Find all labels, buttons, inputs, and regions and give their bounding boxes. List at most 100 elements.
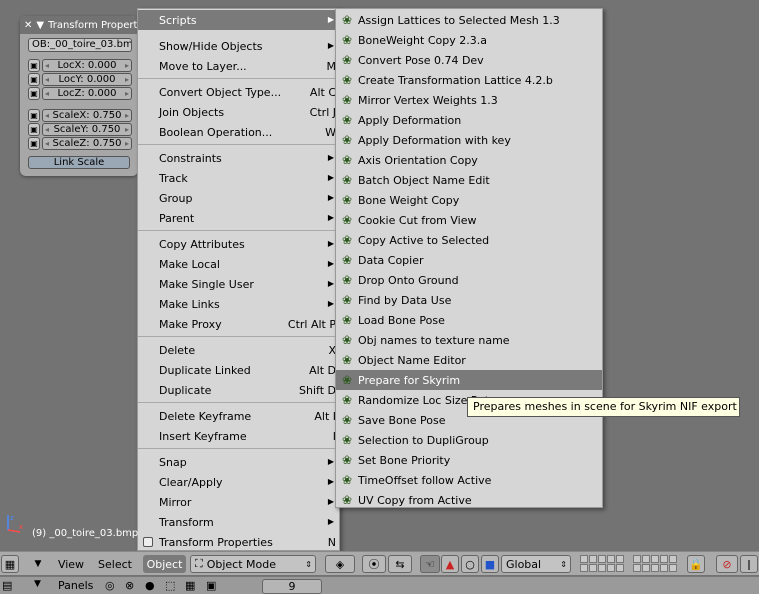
decrement-arrow-icon[interactable]: ◂	[45, 74, 49, 85]
menu-item-constraints[interactable]: Constraints ▶	[138, 148, 339, 168]
menu-item-track[interactable]: Track ▶	[138, 168, 339, 188]
menu-item-join-objects[interactable]: Join Objects Ctrl J	[138, 102, 339, 122]
menu-item-group[interactable]: Group ▶	[138, 188, 339, 208]
menu-item-delete-keyframe[interactable]: Delete Keyframe Alt I	[138, 406, 339, 426]
script-item-convert-pose[interactable]: ❀ Convert Pose 0.74 Dev	[336, 50, 602, 70]
script-item-batch-object-name-edit[interactable]: ❀ Batch Object Name Edit	[336, 170, 602, 190]
script-item-axis-orientation-copy[interactable]: ❀ Axis Orientation Copy	[336, 150, 602, 170]
menu-item-make-local[interactable]: Make Local ▶	[138, 254, 339, 274]
view-menu[interactable]: View	[55, 555, 87, 573]
script-item-drop-onto-ground[interactable]: ❀ Drop Onto Ground	[336, 270, 602, 290]
panels-menu[interactable]: Panels	[58, 579, 93, 592]
menu-item-move-to-layer[interactable]: Move to Layer... M	[138, 56, 339, 76]
scene-tab-icon[interactable]: ▣	[206, 579, 216, 592]
editor-type-icon[interactable]: ▦	[1, 555, 19, 573]
lock-icon[interactable]: ▣	[28, 137, 40, 150]
scale-y-field[interactable]: ◂ ScaleY: 0.750 ▸	[42, 123, 132, 136]
object-menu-button[interactable]: Object	[143, 555, 186, 573]
menu-item-scripts[interactable]: Scripts ▶	[138, 10, 339, 30]
menu-item-parent[interactable]: Parent ▶	[138, 208, 339, 228]
lock-icon[interactable]: ▣	[28, 73, 40, 86]
menu-item-snap[interactable]: Snap ▶	[138, 452, 339, 472]
lock-icon[interactable]: ▣	[28, 109, 40, 122]
script-item-bone-weight-copy[interactable]: ❀ Bone Weight Copy	[336, 190, 602, 210]
mode-selector[interactable]: ⛶ Object Mode ⇕	[190, 555, 316, 573]
menu-item-convert-object-type[interactable]: Convert Object Type... Alt C	[138, 82, 339, 102]
script-item-set-bone-priority[interactable]: ❀ Set Bone Priority	[336, 450, 602, 470]
menu-item-copy-attributes[interactable]: Copy Attributes ▶	[138, 234, 339, 254]
script-item-create-transformation-lattice[interactable]: ❀ Create Transformation Lattice 4.2.b	[336, 70, 602, 90]
script-tab-icon[interactable]: ⊗	[125, 579, 134, 592]
object-tab-icon[interactable]: ⬚	[165, 579, 175, 592]
current-frame-field[interactable]: 9	[262, 579, 322, 594]
increment-arrow-icon[interactable]: ▸	[125, 74, 129, 85]
close-icon[interactable]: ✕	[24, 20, 32, 31]
layer-buttons-right[interactable]	[633, 555, 677, 572]
decrement-arrow-icon[interactable]: ◂	[45, 88, 49, 99]
script-item-mirror-vertex-weights[interactable]: ❀ Mirror Vertex Weights 1.3	[336, 90, 602, 110]
script-item-load-bone-pose[interactable]: ❀ Load Bone Pose	[336, 310, 602, 330]
loc-z-field[interactable]: ◂ LocZ: 0.000 ▸	[42, 87, 132, 100]
script-item-boneweight-copy-23a[interactable]: ❀ BoneWeight Copy 2.3.a	[336, 30, 602, 50]
loc-y-field[interactable]: ◂ LocY: 0.000 ▸	[42, 73, 132, 86]
lock-icon[interactable]: ▣	[28, 59, 40, 72]
select-menu[interactable]: Select	[96, 555, 134, 573]
shading-tab-icon[interactable]: ●	[145, 579, 155, 592]
translate-icon[interactable]: ▲	[441, 555, 459, 573]
script-item-uv-copy-from-active[interactable]: ❀ UV Copy from Active	[336, 490, 602, 510]
editing-tab-icon[interactable]: ▦	[185, 579, 195, 592]
render-icon[interactable]: ⊘	[716, 555, 738, 573]
object-name-field[interactable]: OB:_00_toire_03.bmp	[28, 38, 132, 52]
menu-item-make-proxy[interactable]: Make Proxy Ctrl Alt P	[138, 314, 339, 334]
link-scale-button[interactable]: Link Scale	[28, 156, 130, 169]
script-item-object-name-editor[interactable]: ❀ Object Name Editor	[336, 350, 602, 370]
script-item-copy-active-to-selected[interactable]: ❀ Copy Active to Selected	[336, 230, 602, 250]
script-item-apply-deformation-with-key[interactable]: ❀ Apply Deformation with key	[336, 130, 602, 150]
menu-item-duplicate[interactable]: Duplicate Shift D	[138, 380, 339, 400]
menu-item-insert-keyframe[interactable]: Insert Keyframe I	[138, 426, 339, 446]
collapse-triangle-icon[interactable]: ▼	[32, 555, 44, 573]
script-item-prepare-for-skyrim[interactable]: ❀ Prepare for Skyrim	[336, 370, 602, 390]
transform-manipulator-icon[interactable]: ⇆	[388, 555, 412, 573]
orientation-selector[interactable]: Global ⇕	[501, 555, 571, 573]
lock-icon[interactable]: ▣	[28, 123, 40, 136]
pivot-icon[interactable]: ⦿	[362, 555, 386, 573]
increment-arrow-icon[interactable]: ▸	[125, 60, 129, 71]
lock-layers-icon[interactable]: 🔒	[687, 555, 705, 573]
menu-item-make-links[interactable]: Make Links ▶	[138, 294, 339, 314]
logic-tab-icon[interactable]: ◎	[105, 579, 115, 592]
rotate-icon[interactable]: ○	[461, 555, 479, 573]
increment-arrow-icon[interactable]: ▸	[125, 110, 129, 121]
menu-item-duplicate-linked[interactable]: Duplicate Linked Alt D	[138, 360, 339, 380]
decrement-arrow-icon[interactable]: ◂	[45, 110, 49, 121]
script-item-selection-to-dupligroup[interactable]: ❀ Selection to DupliGroup	[336, 430, 602, 450]
menu-item-transform[interactable]: Transform ▶	[138, 512, 339, 532]
draw-type-icon[interactable]: ◈	[325, 555, 355, 573]
menu-item-mirror[interactable]: Mirror ▶	[138, 492, 339, 512]
menu-item-delete[interactable]: Delete X	[138, 340, 339, 360]
menu-item-transform-properties[interactable]: Transform Properties N	[138, 532, 339, 552]
script-item-find-by-data-use[interactable]: ❀ Find by Data Use	[336, 290, 602, 310]
editor-type-icon[interactable]: ▤	[2, 579, 12, 592]
decrement-arrow-icon[interactable]: ◂	[45, 124, 49, 135]
collapse-triangle-icon[interactable]: ▼	[34, 579, 41, 589]
menu-item-make-single-user[interactable]: Make Single User ▶	[138, 274, 339, 294]
lock-icon[interactable]: ▣	[28, 87, 40, 100]
scale-x-field[interactable]: ◂ ScaleX: 0.750 ▸	[42, 109, 132, 122]
decrement-arrow-icon[interactable]: ◂	[45, 60, 49, 71]
scale-icon[interactable]: ■	[481, 555, 499, 573]
collapse-icon[interactable]: ▼	[36, 20, 44, 31]
menu-item-boolean-operation[interactable]: Boolean Operation... W	[138, 122, 339, 142]
scale-z-field[interactable]: ◂ ScaleZ: 0.750 ▸	[42, 137, 132, 150]
script-item-assign-lattices[interactable]: ❀ Assign Lattices to Selected Mesh 1.3	[336, 10, 602, 30]
increment-arrow-icon[interactable]: ▸	[125, 88, 129, 99]
increment-arrow-icon[interactable]: ▸	[125, 138, 129, 149]
layer-buttons-left[interactable]	[580, 555, 624, 572]
script-item-data-copier[interactable]: ❀ Data Copier	[336, 250, 602, 270]
script-item-timeoffset-follow-active[interactable]: ❀ TimeOffset follow Active	[336, 470, 602, 490]
script-item-apply-deformation[interactable]: ❀ Apply Deformation	[336, 110, 602, 130]
thermometer-icon[interactable]: ǀ	[740, 555, 758, 573]
menu-item-show-hide-objects[interactable]: Show/Hide Objects ▶	[138, 36, 339, 56]
menu-item-clear-apply[interactable]: Clear/Apply ▶	[138, 472, 339, 492]
script-item-obj-names-to-texture-name[interactable]: ❀ Obj names to texture name	[336, 330, 602, 350]
